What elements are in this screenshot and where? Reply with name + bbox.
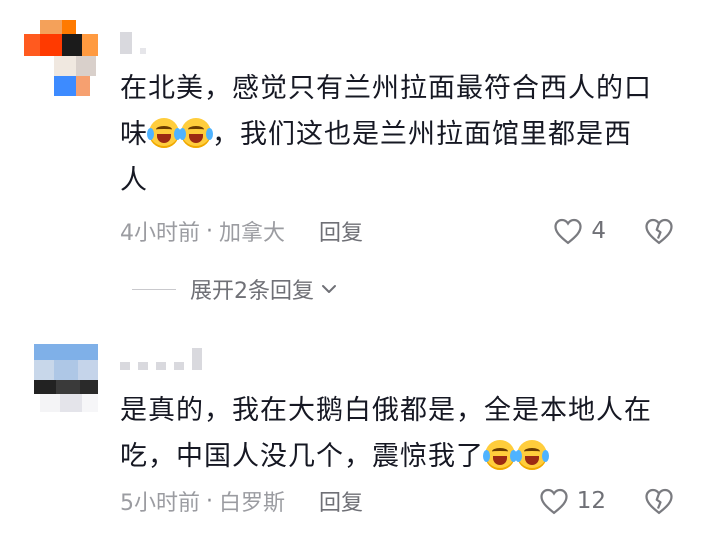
comment-time: 4小时前 xyxy=(120,221,200,246)
comment-text-line: 是真的，我在大鹅白俄都是，全是本地人在 xyxy=(120,395,652,426)
comment-meta: 5小时前 · 白罗斯 回复 12 xyxy=(120,484,674,518)
reply-button[interactable]: 回复 xyxy=(319,485,363,517)
like-count: 12 xyxy=(576,488,606,514)
like-button[interactable]: 12 xyxy=(539,487,606,515)
comment-text: 在北美，感觉只有兰州拉面最符合西人的口 味 ，我们这也是兰州拉面馆里都是西 人 xyxy=(120,66,680,204)
username[interactable] xyxy=(120,28,146,54)
like-button[interactable]: 4 xyxy=(553,217,606,245)
comment-text-fragment: ，我们这也是兰州拉面馆里都是西 xyxy=(212,119,632,150)
crying-emoji-icon xyxy=(515,440,549,470)
crying-emoji-icon xyxy=(483,440,517,470)
heart-icon xyxy=(554,218,582,245)
username[interactable] xyxy=(120,344,202,370)
comment-location: 白罗斯 xyxy=(219,491,286,516)
dislike-button[interactable] xyxy=(644,217,674,245)
dislike-button[interactable] xyxy=(644,487,674,515)
comment-text-fragment: 味 xyxy=(120,119,148,150)
avatar[interactable] xyxy=(24,20,104,98)
reply-button[interactable]: 回复 xyxy=(319,215,363,247)
comment-text-line: 在北美，感觉只有兰州拉面最符合西人的口 xyxy=(120,73,652,104)
broken-heart-icon xyxy=(645,218,673,245)
comment-time: 5小时前 xyxy=(120,491,200,516)
comment-text: 是真的，我在大鹅白俄都是，全是本地人在 吃，中国人没几个，震惊我了 xyxy=(120,388,680,480)
meta-separator: · xyxy=(206,488,213,514)
laughing-crying-emoji-icon xyxy=(147,118,181,148)
broken-heart-icon xyxy=(645,488,673,515)
expand-replies-label: 展开2条回复 xyxy=(190,279,314,304)
divider xyxy=(132,288,176,290)
expand-replies[interactable]: 展开2条回复 xyxy=(132,274,338,304)
like-count: 4 xyxy=(591,218,606,244)
comment-text-fragment: 吃，中国人没几个，震惊我了 xyxy=(120,441,484,472)
comment-meta: 4小时前 · 加拿大 回复 4 xyxy=(120,214,674,248)
comment-text-line: 吃，中国人没几个，震惊我了 xyxy=(120,434,680,480)
comment-location: 加拿大 xyxy=(219,221,286,246)
avatar[interactable] xyxy=(24,344,104,422)
heart-icon xyxy=(540,488,568,515)
meta-separator: · xyxy=(206,218,213,244)
chevron-down-icon xyxy=(320,282,338,296)
comment-text-line: 人 xyxy=(120,165,148,196)
laughing-crying-emoji-icon xyxy=(179,118,213,148)
comment-text-line: 味 ，我们这也是兰州拉面馆里都是西 xyxy=(120,112,680,158)
